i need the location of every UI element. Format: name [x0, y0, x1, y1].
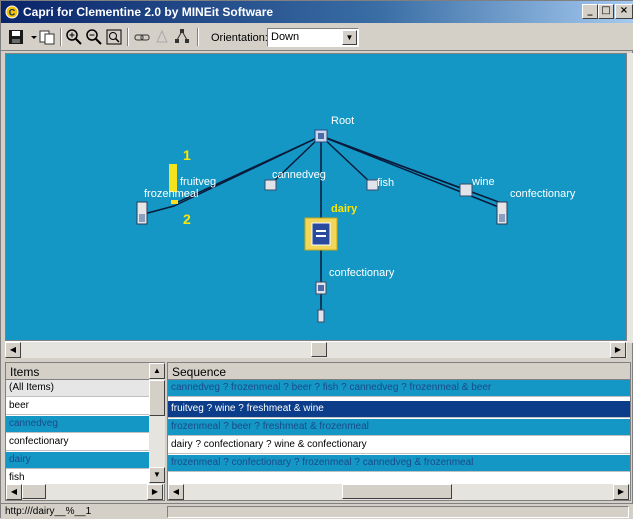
- copy-icon[interactable]: [38, 28, 56, 46]
- orientation-label: Orientation:: [211, 32, 268, 44]
- list-item[interactable]: beer: [6, 398, 150, 415]
- status-text: http:///dairy__%__1: [5, 506, 92, 517]
- marker-1: 1: [183, 147, 191, 163]
- sequence-pane: Sequence cannedveg ? frozenmeal ? beer ?…: [167, 362, 631, 501]
- list-item[interactable]: confectionary: [6, 434, 150, 451]
- orientation-select[interactable]: Down ▼: [267, 28, 359, 47]
- fish-label: fish: [377, 177, 394, 189]
- leaf-node[interactable]: [317, 309, 325, 323]
- toolbar-separator: [197, 28, 199, 46]
- app-icon: C: [5, 5, 19, 19]
- dairy-node[interactable]: dairy: [304, 203, 358, 251]
- toolbar-separator: [127, 28, 129, 46]
- edge-fruitveg-frozenmeal: [143, 205, 175, 215]
- scroll-left-button[interactable]: ◀: [5, 342, 21, 358]
- confectionary-child-node[interactable]: confectionary: [315, 267, 395, 295]
- canvas-vertical-scrollbar[interactable]: [627, 53, 633, 343]
- toolbar-separator: [60, 28, 62, 46]
- wine-node[interactable]: wine: [459, 176, 495, 197]
- maximize-button[interactable]: □: [598, 4, 614, 19]
- list-item[interactable]: cannedveg: [6, 416, 150, 433]
- scroll-left-button[interactable]: ◀: [168, 484, 184, 500]
- tree-canvas[interactable]: Root 1 2 fruitveg frozenmeal cannedveg f…: [5, 53, 627, 341]
- fish-node[interactable]: fish: [366, 177, 394, 191]
- zoom-fit-icon[interactable]: [65, 28, 83, 46]
- items-vertical-scrollbar[interactable]: ▲ ▼: [149, 363, 165, 484]
- toolbar: Orientation: Down ▼: [1, 23, 633, 51]
- status-bar: http:///dairy__%__1: [1, 503, 633, 519]
- scroll-thumb[interactable]: [311, 342, 327, 357]
- dairy-label: dairy: [331, 203, 358, 215]
- items-horizontal-scrollbar[interactable]: ◀ ▶: [6, 484, 164, 500]
- items-pane: Items (All Items) beer cannedveg confect…: [5, 362, 165, 501]
- scroll-right-button[interactable]: ▶: [147, 484, 163, 500]
- confectionary-child-label: confectionary: [329, 267, 395, 279]
- scroll-thumb[interactable]: [149, 380, 165, 416]
- scroll-right-button[interactable]: ▶: [610, 342, 626, 358]
- window-title: Capri for Clementine 2.0 by MINEit Softw…: [23, 5, 274, 19]
- root-node[interactable]: Root: [314, 115, 354, 143]
- link-icon[interactable]: [133, 28, 151, 46]
- dropdown-icon[interactable]: [25, 28, 37, 46]
- orientation-value: Down: [271, 31, 300, 43]
- scroll-down-button[interactable]: ▼: [149, 467, 165, 483]
- table-row[interactable]: frozenmeal ? confectionary ? frozenmeal …: [168, 455, 630, 472]
- edge-root-fish: [320, 135, 373, 185]
- scroll-thumb[interactable]: [22, 484, 46, 499]
- close-button[interactable]: ×: [615, 4, 633, 19]
- svg-text:C: C: [9, 8, 16, 18]
- sequence-header[interactable]: Sequence: [168, 363, 630, 380]
- lasso-icon[interactable]: [153, 28, 171, 46]
- canvas-horizontal-scrollbar[interactable]: ◀ ▶: [5, 341, 627, 358]
- zoom-out-icon[interactable]: [85, 28, 103, 46]
- list-item[interactable]: (All Items): [6, 380, 150, 397]
- edge-root-confectionary-2: [320, 135, 505, 205]
- table-row[interactable]: fruitveg ? wine ? freshmeat & wine: [168, 401, 630, 418]
- marker-2: 2: [183, 211, 191, 227]
- table-row[interactable]: frozenmeal ? beer ? freshmeat & frozenme…: [168, 419, 630, 436]
- list-item[interactable]: dairy: [6, 452, 150, 469]
- minimize-button[interactable]: _: [582, 4, 598, 19]
- confectionary-label: confectionary: [510, 188, 576, 200]
- wine-label: wine: [471, 176, 495, 188]
- frozenmeal-label: frozenmeal: [144, 188, 198, 200]
- tree-diagram: Root 1 2 fruitveg frozenmeal cannedveg f…: [136, 115, 576, 323]
- sequence-horizontal-scrollbar[interactable]: ◀ ▶: [168, 484, 630, 500]
- save-icon[interactable]: [7, 28, 25, 46]
- title-bar[interactable]: C Capri for Clementine 2.0 by MINEit Sof…: [1, 1, 633, 23]
- scroll-right-button[interactable]: ▶: [613, 484, 629, 500]
- scroll-left-button[interactable]: ◀: [6, 484, 22, 500]
- items-header[interactable]: Items: [6, 363, 150, 380]
- fruitveg-label: fruitveg: [180, 176, 216, 188]
- table-row[interactable]: cannedveg ? frozenmeal ? beer ? fish ? c…: [168, 380, 630, 397]
- main-window: C Capri for Clementine 2.0 by MINEit Sof…: [0, 0, 633, 519]
- table-row[interactable]: dairy ? confectionary ? wine & confectio…: [168, 437, 630, 454]
- root-label: Root: [331, 115, 354, 127]
- scroll-up-button[interactable]: ▲: [149, 363, 165, 379]
- chevron-down-icon[interactable]: ▼: [342, 30, 357, 45]
- fruitveg-node[interactable]: 1 2 fruitveg: [169, 147, 216, 227]
- cannedveg-node[interactable]: cannedveg: [264, 169, 326, 191]
- confectionary-node[interactable]: confectionary: [496, 188, 576, 225]
- tree-icon[interactable]: [173, 28, 191, 46]
- status-panel: [167, 506, 629, 518]
- scroll-thumb[interactable]: [342, 484, 452, 499]
- zoom-box-icon[interactable]: [105, 28, 123, 46]
- cannedveg-label: cannedveg: [272, 169, 326, 181]
